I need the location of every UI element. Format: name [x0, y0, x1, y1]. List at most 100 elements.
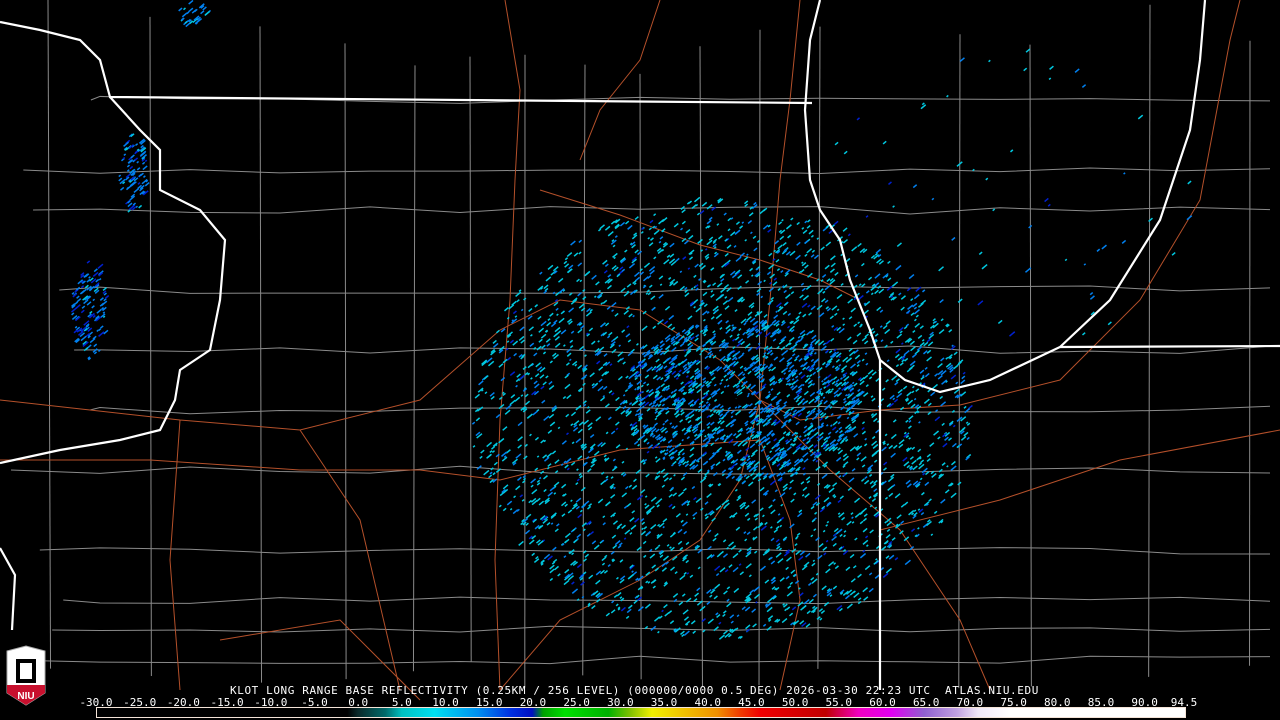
echo-pixel: [478, 380, 484, 386]
echo-pixel: [492, 339, 497, 344]
radar-map-view: NIU KLOT LONG RANGE BASE REFLECTIVITY (0…: [0, 0, 1280, 720]
echo-pixel: [659, 236, 664, 240]
echo-pixel: [858, 294, 864, 301]
echo-pixel: [681, 593, 686, 597]
echo-pixel: [698, 405, 702, 409]
echo-pixel: [546, 452, 553, 458]
echo-pixel: [574, 363, 578, 367]
echo-pixel: [815, 466, 821, 471]
echo-pixel: [650, 523, 657, 530]
echo-pixel: [557, 573, 561, 577]
echo-pixel: [768, 504, 773, 509]
echo-pixel: [142, 161, 146, 165]
echo-pixel: [602, 385, 608, 391]
echo-pixel: [734, 229, 741, 235]
echo-pixel: [566, 348, 572, 353]
echo-pixel: [890, 452, 896, 458]
echo-pixel: [601, 562, 606, 566]
echo-pixel: [520, 394, 524, 397]
echo-pixel: [595, 579, 601, 585]
echo-pixel: [1137, 114, 1144, 120]
echo-pixel: [978, 251, 983, 256]
echo-pixel: [628, 263, 636, 269]
echo-pixel: [795, 399, 799, 403]
echo-pixel: [945, 356, 949, 360]
echo-pixel: [621, 329, 626, 333]
echo-pixel: [762, 514, 765, 518]
echo-pixel: [857, 388, 861, 392]
echo-pixel: [727, 228, 731, 232]
echo-pixel: [704, 434, 707, 438]
echo-pixel: [563, 579, 570, 586]
echo-pixel: [879, 309, 884, 313]
echo-pixel: [606, 306, 611, 310]
echo-pixel: [557, 426, 561, 430]
echo-pixel: [684, 292, 690, 298]
echo-pixel: [850, 307, 856, 313]
echo-pixel: [736, 449, 742, 454]
echo-pixel: [861, 464, 866, 468]
echo-pixel: [750, 384, 757, 390]
echo-pixel: [726, 244, 732, 249]
echo-pixel: [623, 505, 628, 509]
echo-pixel: [605, 612, 611, 617]
echo-pixel: [680, 519, 684, 523]
echo-pixel: [576, 563, 582, 569]
echo-pixel: [720, 378, 724, 382]
echo-pixel: [856, 364, 860, 368]
echo-pixel: [957, 298, 963, 303]
echo-pixel: [624, 220, 630, 225]
echo-pixel: [839, 533, 843, 538]
echo-pixel: [785, 575, 790, 580]
echo-pixel: [695, 333, 700, 338]
echo-pixel: [803, 434, 807, 438]
echo-pixel: [808, 312, 812, 316]
echo-pixel: [951, 236, 956, 241]
echo-pixel: [801, 494, 805, 497]
echo-pixel: [668, 447, 675, 453]
echo-pixel: [713, 383, 717, 387]
echo-pixel: [895, 348, 901, 354]
echo-pixel: [760, 525, 767, 531]
echo-pixel: [723, 212, 727, 216]
echo-pixel: [567, 268, 573, 274]
echo-pixel: [611, 600, 615, 604]
echo-pixel: [981, 263, 988, 270]
echo-pixel: [729, 423, 735, 428]
echo-pixel: [753, 247, 758, 252]
echo-pixel: [730, 415, 734, 419]
echo-pixel: [822, 396, 826, 399]
echo-pixel: [633, 271, 640, 278]
echo-pixel: [602, 515, 606, 519]
echo-pixel: [737, 371, 744, 377]
echo-pixel: [814, 351, 817, 355]
echo-pixel: [931, 197, 935, 201]
echo-pixel: [97, 263, 104, 269]
echo-pixel: [533, 352, 538, 357]
echo-pixel: [702, 377, 707, 381]
echo-pixel: [759, 208, 766, 215]
echo-pixel: [802, 366, 807, 371]
echo-pixel: [653, 422, 659, 427]
echo-pixel: [542, 351, 547, 355]
echo-pixel: [743, 474, 747, 478]
echo-pixel: [835, 378, 840, 383]
echo-pixel: [885, 534, 891, 539]
echo-pixel: [554, 565, 560, 571]
echo-pixel: [962, 371, 966, 375]
echo-pixel: [732, 338, 736, 342]
echo-pixel: [836, 293, 843, 300]
echo-pixel: [705, 401, 709, 405]
echo-pixel: [861, 358, 865, 362]
echo-pixel: [547, 318, 551, 321]
echo-pixel: [606, 335, 611, 339]
echo-pixel: [83, 346, 89, 352]
echo-pixel: [796, 221, 800, 226]
echo-pixel: [630, 524, 637, 530]
echo-pixel: [724, 296, 728, 299]
echo-pixel: [714, 532, 719, 538]
echo-pixel: [793, 358, 798, 362]
echo-pixel: [912, 385, 915, 389]
echo-pixel: [134, 157, 139, 161]
echo-pixel: [591, 274, 597, 280]
